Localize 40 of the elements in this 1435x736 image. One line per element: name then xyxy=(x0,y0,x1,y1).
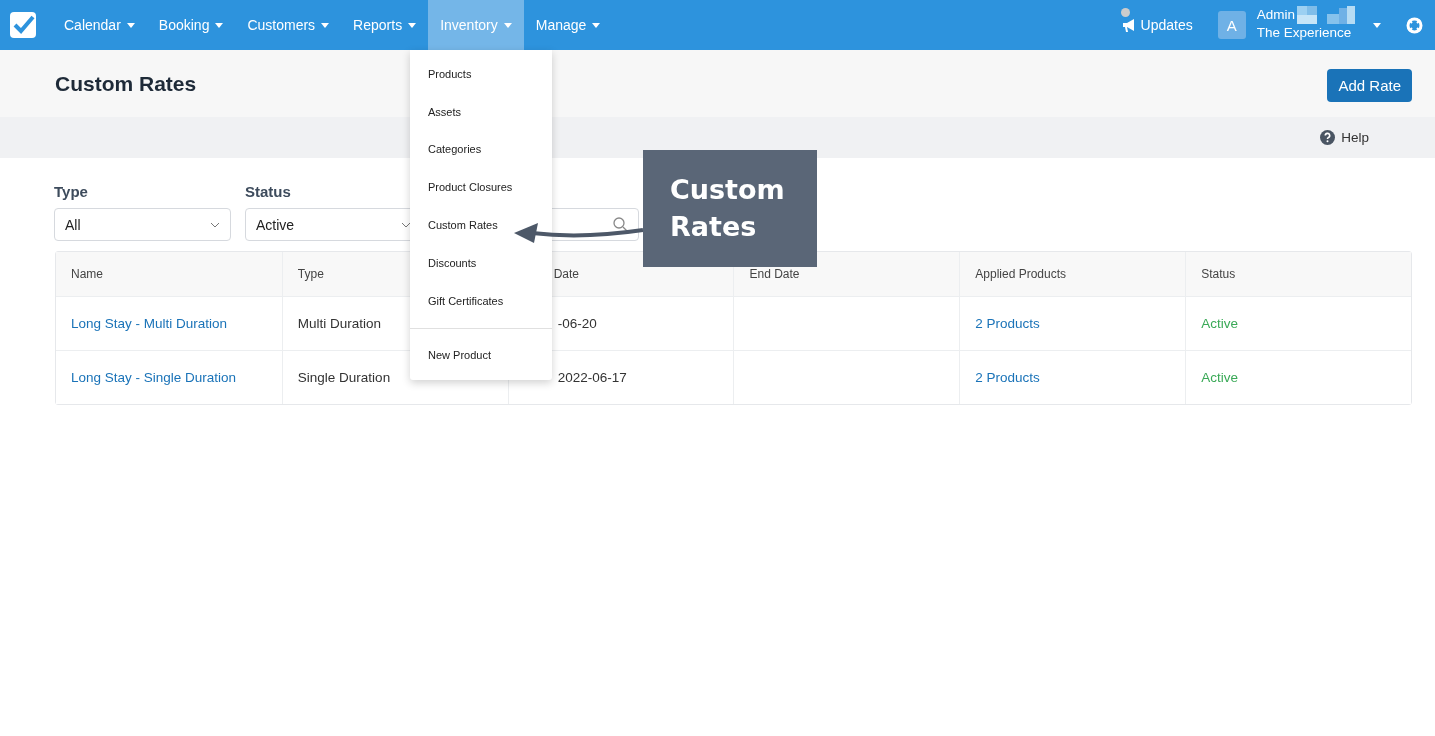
products-link[interactable]: 2 Products xyxy=(959,351,1186,404)
caret-icon xyxy=(321,22,330,28)
filter-select[interactable]: All xyxy=(54,208,231,241)
rate-name-link[interactable]: Long Stay - Multi Duration xyxy=(56,297,282,350)
menu-item[interactable]: Product Closures xyxy=(410,168,552,207)
caret-icon xyxy=(408,22,417,28)
status-cell: Active xyxy=(1185,351,1411,404)
add-rate-button[interactable]: Add Rate xyxy=(1327,68,1412,102)
notification-dot xyxy=(1120,8,1130,17)
nav-tab[interactable]: Calendar xyxy=(52,0,147,50)
help-link[interactable]: Help xyxy=(1341,130,1369,145)
user-name: Admin xyxy=(1256,6,1295,24)
caret-icon[interactable] xyxy=(1373,22,1381,28)
nav-tab[interactable]: Booking xyxy=(146,0,236,50)
menu-item[interactable]: Assets xyxy=(410,92,552,131)
search-icon xyxy=(613,217,628,232)
redacted-name-drawing xyxy=(1297,6,1355,24)
caret-icon xyxy=(503,22,512,28)
megaphone-icon xyxy=(1121,18,1137,32)
updates-link[interactable]: Updates xyxy=(1121,0,1193,50)
nav-tab[interactable]: Reports xyxy=(341,0,429,50)
filter-label: Type xyxy=(54,183,89,200)
caret-icon xyxy=(592,22,601,28)
nav-tab[interactable]: Customers xyxy=(235,0,342,50)
account-name: The Experience xyxy=(1256,24,1353,42)
help-icon[interactable] xyxy=(1320,130,1336,145)
logo-icon[interactable] xyxy=(9,11,37,39)
filter-label: Status xyxy=(245,183,292,200)
arrow-icon xyxy=(512,221,644,245)
chevron-down-icon xyxy=(210,221,220,228)
caret-icon xyxy=(215,22,224,28)
page-title: Custom Rates xyxy=(55,71,197,96)
nav-tab[interactable]: Manage xyxy=(523,0,613,50)
caret-icon xyxy=(126,22,135,28)
rate-name-link[interactable]: Long Stay - Single Duration xyxy=(56,351,282,404)
menu-item[interactable]: Categories xyxy=(410,130,552,169)
menu-item[interactable]: Products xyxy=(410,55,552,93)
callout-label: Custom Rates xyxy=(643,150,817,267)
column-header: Name xyxy=(70,266,104,283)
help-lifebuoy-icon[interactable] xyxy=(1406,16,1423,34)
